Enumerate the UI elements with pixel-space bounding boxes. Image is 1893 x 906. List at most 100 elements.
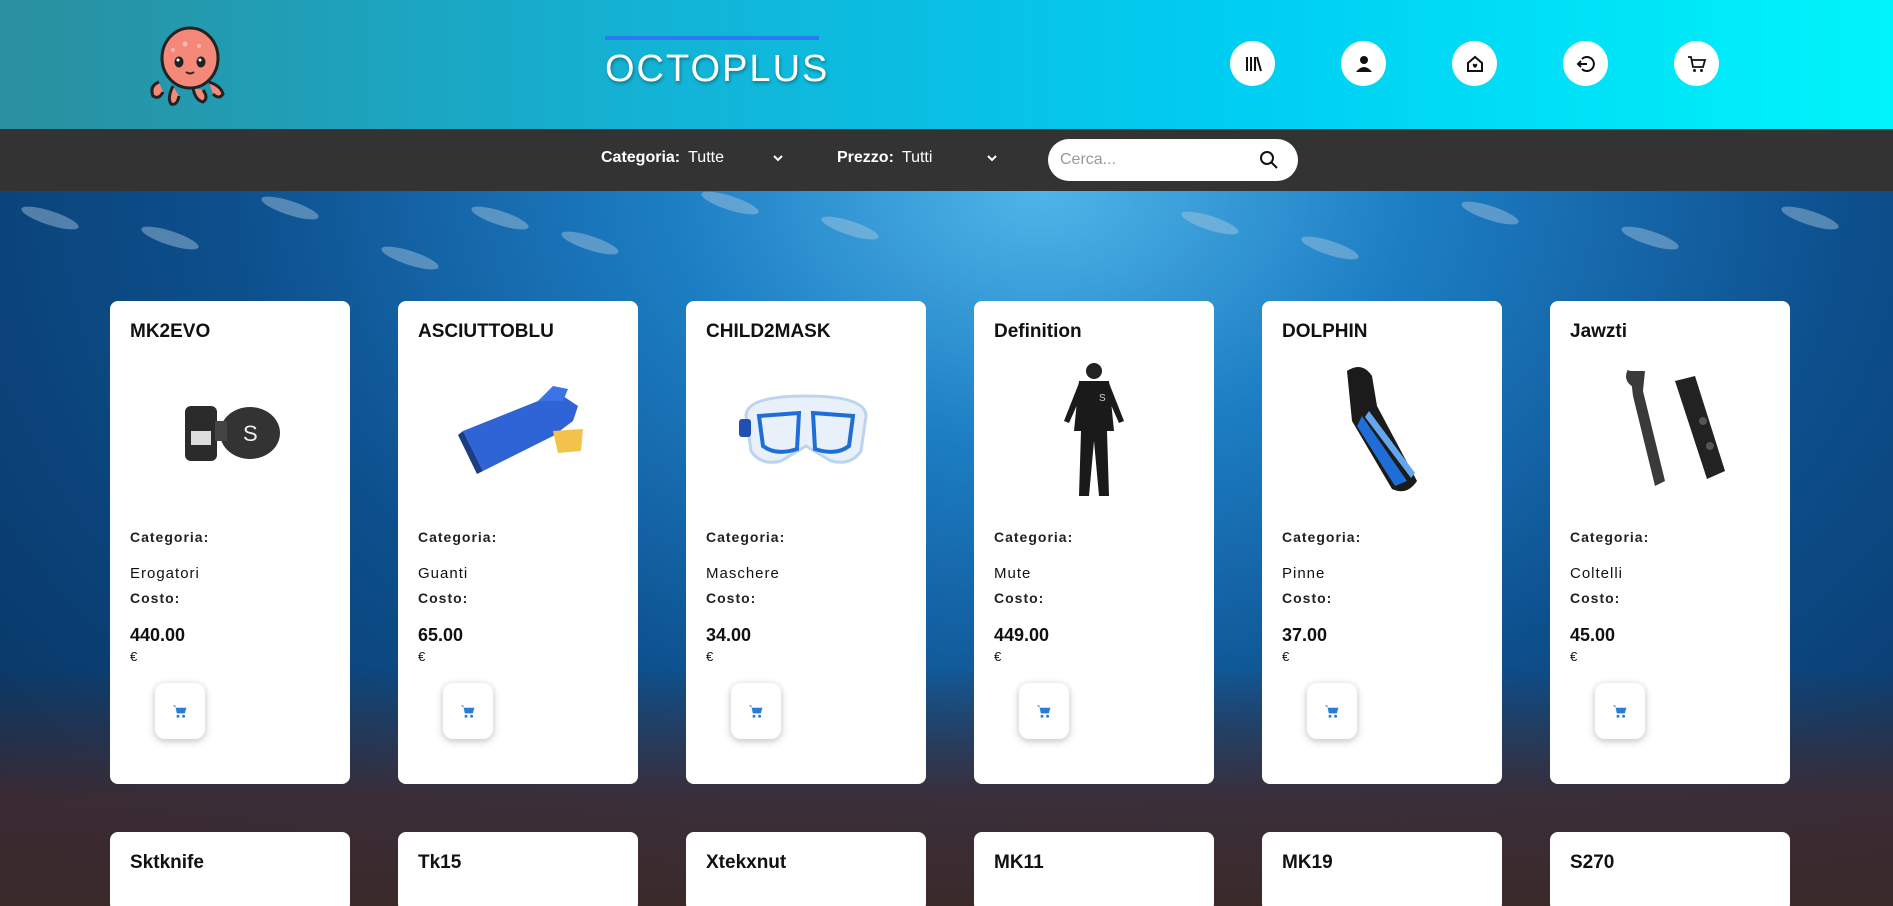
fish-shape [1619,222,1681,254]
brand-underline [605,36,819,40]
category-filter[interactable]: Categoria: Tutte [601,149,784,167]
cost-label: Costo: [418,590,469,606]
product-card[interactable]: Definition S Categoria: Mute Costo: 449.… [974,301,1214,784]
add-to-cart-button[interactable] [443,683,493,739]
product-name: CHILD2MASK [706,321,831,342]
fish-shape [1299,232,1361,264]
cost-label: Costo: [1570,590,1621,606]
cost-label: Costo: [1282,590,1333,606]
nav-icons [1230,41,1785,86]
price-filter-value[interactable]: Tutti [902,149,982,167]
product-card[interactable]: MK19 [1262,832,1502,906]
price-filter-label: Prezzo: [837,149,894,166]
home-icon[interactable] [1452,41,1497,86]
product-image [1590,361,1750,501]
fish-shape [1179,207,1241,239]
search-icon[interactable] [1259,150,1279,170]
product-name: MK2EVO [130,321,211,342]
octopus-logo[interactable] [145,20,235,110]
product-name: Definition [994,321,1082,342]
svg-text:S: S [243,421,258,446]
product-card[interactable]: MK11 [974,832,1214,906]
product-name: Xtekxnut [706,852,787,873]
add-to-cart-button[interactable] [1307,683,1357,739]
category-label: Categoria: [994,529,1074,545]
fish-shape [469,202,531,234]
product-price: 65.00 [418,625,464,645]
fish-shape [259,192,321,224]
product-name: Sktknife [130,852,204,873]
category-label: Categoria: [706,529,786,545]
brand-title: OCTOPLUS [605,48,830,90]
product-card[interactable]: Sktknife [110,832,350,906]
price-filter[interactable]: Prezzo: Tutti [837,149,998,167]
cart-icon [1036,705,1051,718]
product-name: Tk15 [418,852,462,873]
add-to-cart-button[interactable] [731,683,781,739]
category-label: Categoria: [418,529,498,545]
product-name: ASCIUTTOBLU [418,321,554,342]
product-card[interactable]: DOLPHIN Categoria: Pinne Costo: 37.00 € [1262,301,1502,784]
filter-bar: Categoria: Tutte Prezzo: Tutti [0,129,1893,191]
category-filter-label: Categoria: [601,149,681,166]
product-category: Guanti [418,565,469,582]
product-category: Pinne [1282,565,1326,582]
fish-shape [559,227,621,259]
product-price: 449.00 [994,625,1050,645]
library-icon[interactable] [1230,41,1275,86]
category-filter-value[interactable]: Tutte [688,149,768,167]
cost-label: Costo: [994,590,1045,606]
cart-icon[interactable] [1674,41,1719,86]
cart-icon [172,705,187,718]
mask-icon [739,394,868,464]
product-name: MK11 [994,852,1044,873]
currency: € [1282,649,1290,664]
svg-text:S: S [1099,393,1106,404]
product-card[interactable]: S270 [1550,832,1790,906]
fin-icon [1347,367,1417,492]
product-name: DOLPHIN [1282,321,1368,342]
product-category: Maschere [706,565,780,582]
chevron-down-icon [987,155,997,162]
user-icon[interactable] [1341,41,1386,86]
product-name: S270 [1570,852,1615,873]
fish-shape [19,202,81,234]
currency: € [1570,649,1578,664]
currency: € [706,649,714,664]
product-category: Coltelli [1570,565,1624,582]
product-card[interactable]: CHILD2MASK Categoria: Maschere Costo: 34… [686,301,926,784]
chevron-down-icon [773,155,783,162]
cost-label: Costo: [706,590,757,606]
category-label: Categoria: [1282,529,1362,545]
product-card[interactable]: Jawzti Categoria: Coltelli Costo: 45.00 … [1550,301,1790,784]
product-card[interactable]: MK2EVO S Categoria: Erogatori Costo: 440… [110,301,350,784]
add-to-cart-button[interactable] [1019,683,1069,739]
cart-icon [460,705,475,718]
fish-shape [1779,202,1841,234]
fish-shape [1459,197,1521,229]
currency: € [994,649,1002,664]
category-label: Categoria: [1570,529,1650,545]
product-card[interactable]: Tk15 [398,832,638,906]
category-label: Categoria: [130,529,210,545]
product-image: S [1014,361,1174,501]
product-card[interactable]: ASCIUTTOBLU Categoria: Guanti Costo: 65.… [398,301,638,784]
logout-icon[interactable] [1563,41,1608,86]
product-price: 37.00 [1282,625,1328,645]
search-input[interactable] [1060,151,1255,169]
product-card[interactable]: Xtekxnut [686,832,926,906]
product-category: Mute [994,565,1032,582]
product-image [1302,361,1462,501]
currency: € [130,649,138,664]
product-price: 440.00 [130,625,186,645]
product-name: Jawzti [1570,321,1628,342]
add-to-cart-button[interactable] [1595,683,1645,739]
wetsuit-icon: S [1064,363,1124,496]
fish-shape [379,242,441,274]
add-to-cart-button[interactable] [155,683,205,739]
brand: OCTOPLUS [605,36,829,91]
fish-shape [139,222,201,254]
fish-shape [819,212,881,244]
glove-icon [458,386,583,474]
product-name: MK19 [1282,852,1333,873]
